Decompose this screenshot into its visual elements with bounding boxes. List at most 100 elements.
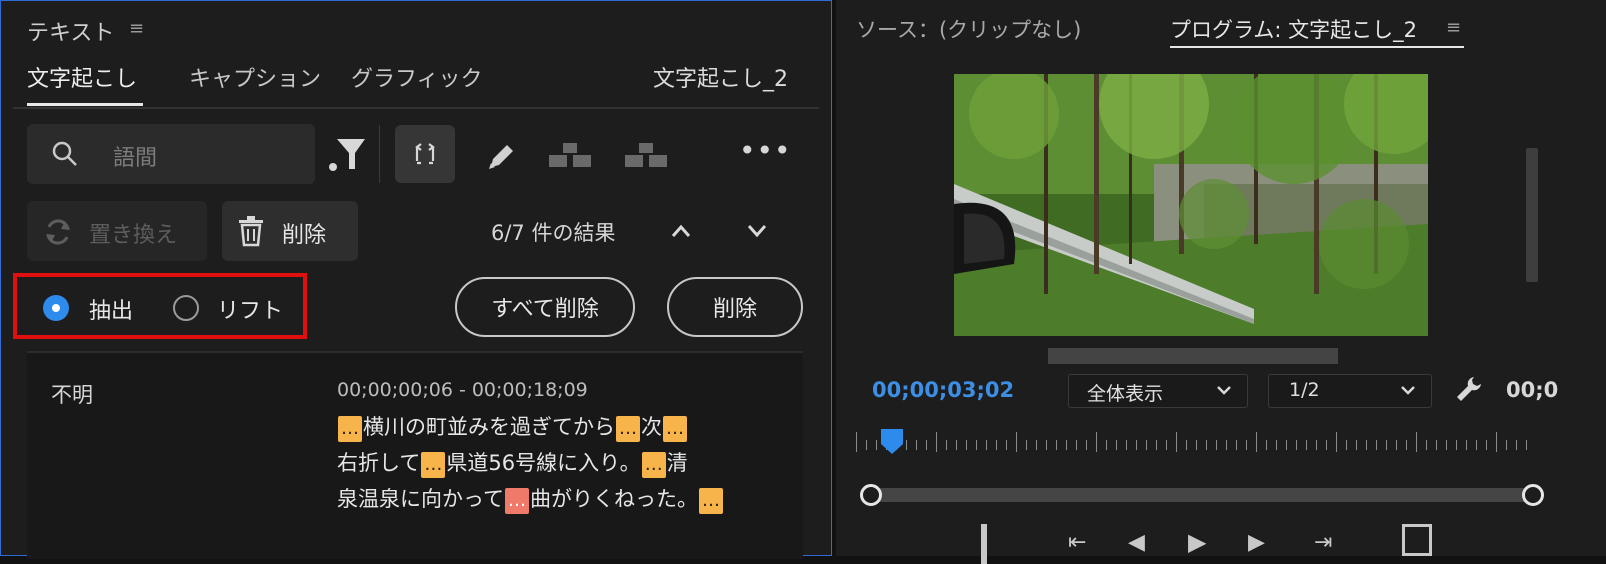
ruler-tick bbox=[976, 440, 977, 450]
ruler-tick bbox=[1176, 432, 1177, 452]
delete-button[interactable]: 削除 bbox=[222, 201, 358, 261]
toolbar-divider bbox=[379, 125, 380, 183]
merge-segments-icon bbox=[549, 143, 591, 167]
transcript-word[interactable]: 県道56号線に入り。 bbox=[446, 451, 640, 475]
pause-marker[interactable]: … bbox=[641, 452, 666, 478]
search-icon bbox=[52, 141, 77, 166]
time-ruler[interactable] bbox=[856, 430, 1546, 460]
text-panel: テキスト ≡ 文字起こし キャプション グラフィック 文字起こし_2 語間 •• bbox=[0, 0, 832, 559]
go-to-out-icon[interactable]: ⇥ bbox=[1314, 530, 1332, 555]
ruler-tick bbox=[1246, 440, 1247, 450]
ruler-tick bbox=[1356, 440, 1357, 450]
panel-menu-icon[interactable]: ≡ bbox=[129, 18, 144, 39]
transcript-word[interactable]: 泉温泉に向かって bbox=[337, 487, 504, 511]
ruler-tick bbox=[1396, 440, 1397, 450]
ruler-tick bbox=[986, 440, 987, 450]
zoom-select[interactable]: 全体表示 bbox=[1068, 374, 1248, 408]
transcript-word[interactable]: 横川の町並みを過ぎてから bbox=[363, 415, 615, 439]
tab-program[interactable]: プログラム: 文字起こし_2 bbox=[1170, 14, 1432, 44]
ruler-tick bbox=[1126, 440, 1127, 450]
ruler-tick bbox=[876, 440, 877, 450]
tab-graphics[interactable]: グラフィック bbox=[351, 61, 483, 93]
search-placeholder: 語間 bbox=[113, 146, 158, 171]
pause-marker[interactable]: … bbox=[338, 416, 362, 442]
ruler-tick bbox=[1016, 432, 1017, 452]
step-back-icon[interactable]: ◀ bbox=[1128, 530, 1145, 555]
trash-icon bbox=[239, 216, 263, 247]
ruler-tick bbox=[866, 440, 867, 450]
ruler-tick bbox=[1206, 440, 1207, 450]
tab-captions[interactable]: キャプション bbox=[189, 61, 321, 93]
transcript-line[interactable]: … 横川の町並みを過ぎてから… 次… bbox=[337, 409, 777, 445]
zoom-scroll-bar[interactable] bbox=[872, 488, 1532, 502]
transcript-line[interactable]: 右折して… 県道56号線に入り。… 清 bbox=[337, 445, 777, 481]
playhead-icon[interactable] bbox=[880, 428, 904, 456]
replace-button: 置き換え bbox=[27, 201, 207, 261]
pause-marker[interactable]: … bbox=[616, 416, 640, 442]
horizontal-scrollbar[interactable] bbox=[1048, 348, 1338, 364]
ruler-tick bbox=[996, 440, 997, 450]
tabs-divider bbox=[13, 107, 819, 109]
ruler-tick bbox=[1256, 432, 1257, 452]
go-to-in-icon[interactable]: ⇤ bbox=[1068, 530, 1086, 555]
ruler-tick bbox=[916, 440, 917, 450]
zoom-handle-right[interactable] bbox=[1522, 484, 1544, 506]
transcript-word[interactable]: 右折して bbox=[337, 451, 420, 475]
transcript-word[interactable]: 次 bbox=[641, 415, 662, 439]
step-forward-icon[interactable]: ▶ bbox=[1248, 530, 1265, 555]
resolution-select-value: 1/2 bbox=[1289, 379, 1320, 401]
ruler-tick bbox=[926, 440, 927, 450]
radio-lift[interactable] bbox=[173, 295, 199, 321]
ruler-tick bbox=[1106, 440, 1107, 450]
tab-source[interactable]: ソース：(クリップなし) bbox=[856, 14, 1081, 44]
ruler-tick bbox=[1476, 440, 1477, 450]
ruler-tick bbox=[1006, 440, 1007, 450]
play-icon[interactable]: ▶ bbox=[1188, 528, 1206, 556]
mark-in-icon[interactable] bbox=[981, 524, 987, 564]
ruler-tick bbox=[1406, 440, 1407, 450]
panel-title: テキスト bbox=[27, 21, 115, 46]
ruler-tick bbox=[1486, 440, 1487, 450]
transcript-line[interactable]: 泉温泉に向かって… 曲がりくねった。… bbox=[337, 481, 777, 517]
pause-marker[interactable]: … bbox=[504, 488, 529, 514]
monitor-menu-icon[interactable]: ≡ bbox=[1446, 17, 1461, 38]
ruler-tick bbox=[1026, 440, 1027, 450]
ruler-tick bbox=[1266, 440, 1267, 450]
zoom-select-value: 全体表示 bbox=[1087, 383, 1164, 405]
transcript-word[interactable]: 清 bbox=[667, 451, 688, 475]
ruler-tick bbox=[1066, 440, 1067, 450]
radio-extract[interactable] bbox=[43, 295, 69, 321]
search-input[interactable]: 語間 bbox=[27, 124, 315, 184]
more-options-icon[interactable]: ••• bbox=[739, 134, 792, 167]
chevron-up-icon[interactable] bbox=[669, 221, 693, 241]
pause-marker[interactable]: … bbox=[421, 452, 446, 478]
filter-icon[interactable] bbox=[327, 135, 367, 175]
chevron-down-icon[interactable] bbox=[745, 221, 769, 241]
ruler-tick bbox=[1216, 440, 1217, 450]
pause-marker[interactable]: … bbox=[663, 416, 687, 442]
ruler-tick bbox=[1376, 440, 1377, 450]
ruler-tick bbox=[1086, 440, 1087, 450]
ruler-tick bbox=[1146, 440, 1147, 450]
delete-all-button[interactable]: すべて削除 bbox=[455, 277, 635, 337]
tab-transcript[interactable]: 文字起こし bbox=[27, 61, 137, 93]
ruler-tick bbox=[966, 440, 967, 450]
refresh-icon bbox=[46, 219, 70, 245]
wrench-icon[interactable] bbox=[1454, 374, 1484, 404]
transcript-text[interactable]: … 横川の町並みを過ぎてから… 次… 右折して… 県道56号線に入り。… 清泉温泉に向かっ… bbox=[337, 409, 777, 517]
monitor-scrollbar[interactable] bbox=[1526, 148, 1538, 282]
delete-pill-button[interactable]: 削除 bbox=[667, 277, 803, 337]
chevron-down-icon bbox=[1217, 386, 1231, 395]
toggle-view-button[interactable] bbox=[395, 125, 455, 183]
ruler-tick bbox=[1296, 440, 1297, 450]
ruler-tick bbox=[1366, 440, 1367, 450]
current-timecode[interactable]: 00;00;03;02 bbox=[872, 378, 1014, 402]
export-frame-icon[interactable] bbox=[1402, 524, 1432, 556]
ruler-tick bbox=[1516, 440, 1517, 450]
delete-label: 削除 bbox=[282, 223, 327, 248]
transcript-word[interactable]: 曲がりくねった。 bbox=[530, 487, 698, 511]
pause-marker[interactable]: … bbox=[698, 488, 723, 514]
resolution-select[interactable]: 1/2 bbox=[1268, 374, 1432, 408]
zoom-handle-left[interactable] bbox=[860, 484, 882, 506]
pencil-icon[interactable] bbox=[485, 139, 519, 173]
